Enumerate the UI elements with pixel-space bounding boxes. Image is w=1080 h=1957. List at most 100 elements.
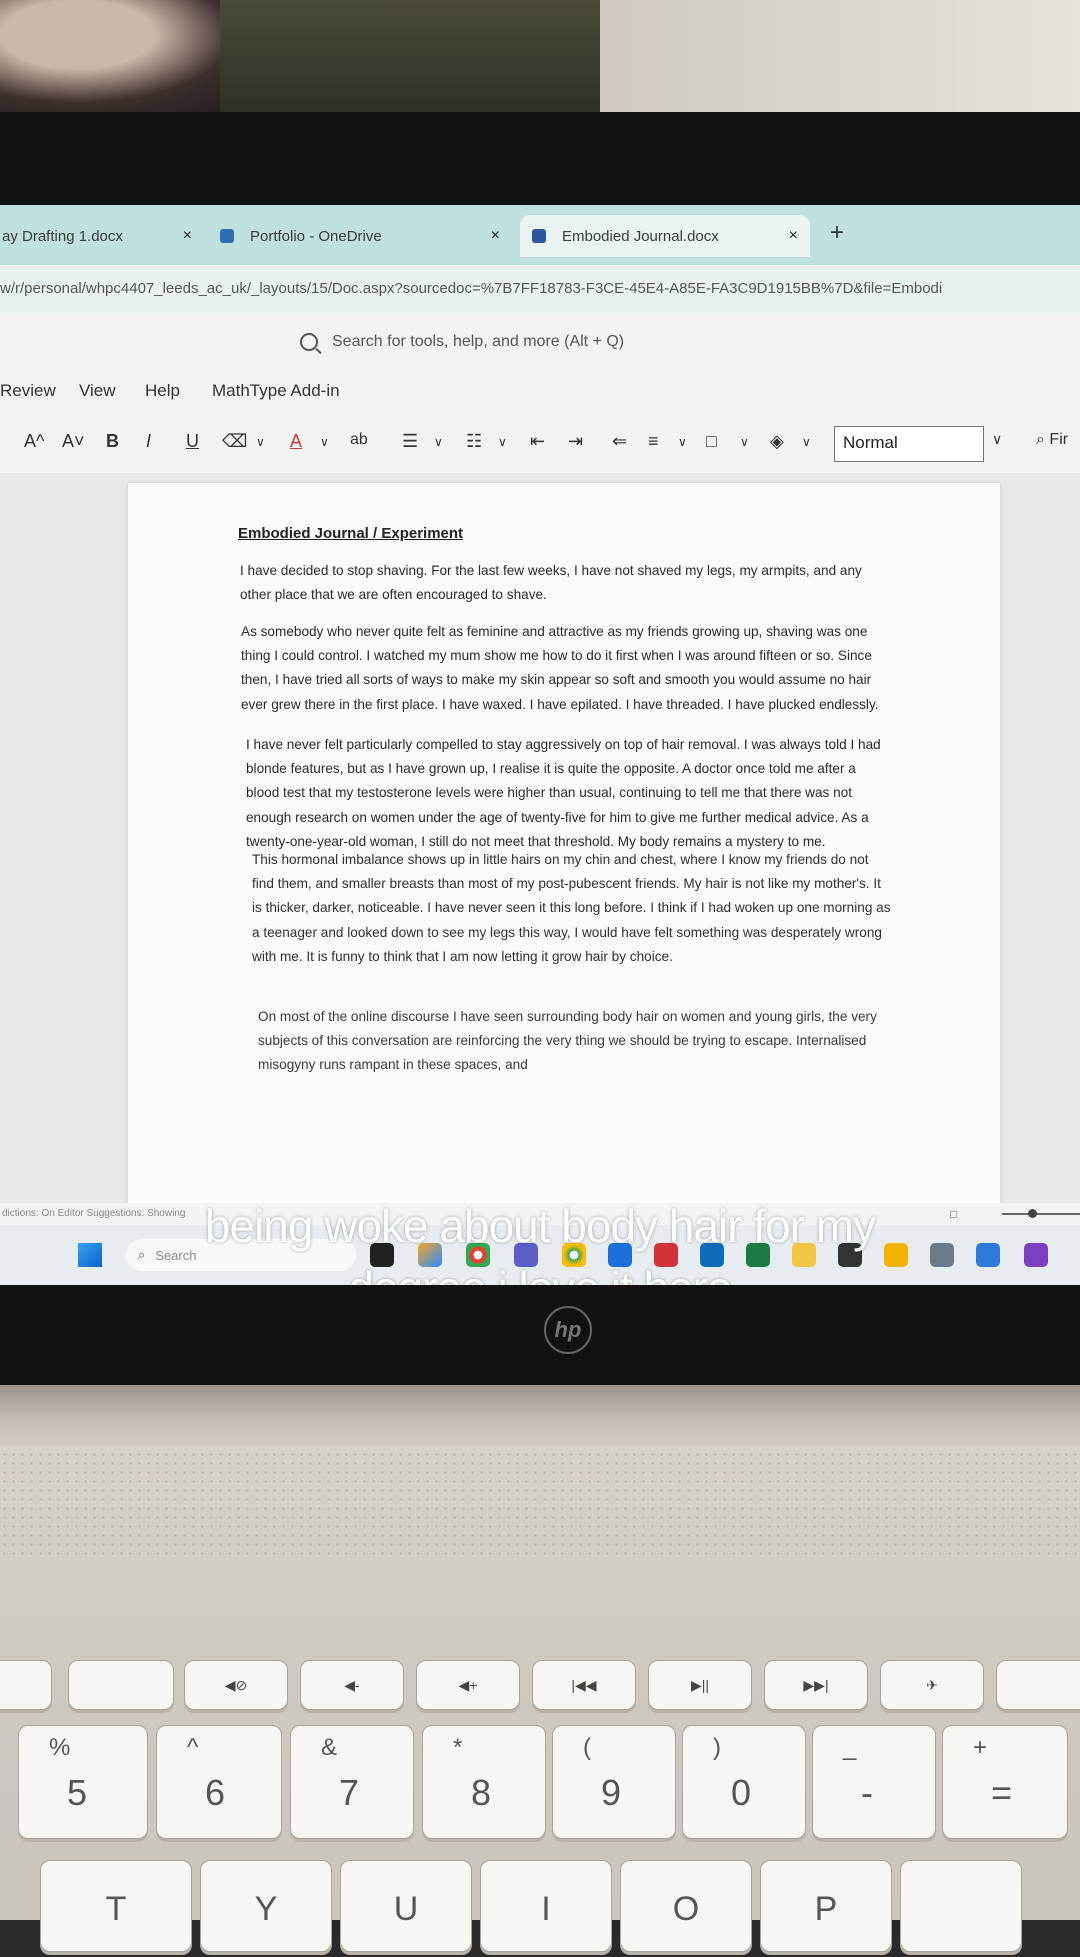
chevron-down-icon[interactable]: ∨ (320, 435, 329, 449)
increase-indent-icon[interactable]: ⇥ (568, 431, 583, 452)
laptop-hinge (0, 1385, 1080, 1445)
close-icon[interactable]: × (183, 227, 192, 245)
paragraph: This hormonal imbalance shows up in litt… (252, 852, 891, 964)
edge-icon[interactable] (976, 1243, 1000, 1267)
key-fn[interactable] (0, 1660, 52, 1710)
onedrive-icon (220, 229, 234, 243)
menu-mathtype[interactable]: MathType Add-in (212, 381, 340, 401)
zoom-track (1002, 1213, 1080, 1215)
chevron-down-icon[interactable]: ∨ (256, 435, 265, 449)
key-symbol: + (973, 1734, 988, 1761)
highlight-icon[interactable]: ⌫ (222, 431, 247, 452)
rtl-icon[interactable]: ⇐ (612, 431, 627, 452)
key-i[interactable]: I (480, 1860, 612, 1952)
onenote-icon[interactable] (1024, 1243, 1048, 1267)
key-fn[interactable] (996, 1660, 1080, 1710)
shrink-font-button[interactable]: A˅ (62, 431, 85, 452)
key-9[interactable]: ( 9 (552, 1725, 676, 1839)
key-o[interactable]: O (620, 1860, 752, 1952)
find-button[interactable]: ⌕ Fir (1036, 431, 1068, 449)
borders-icon[interactable]: □ (706, 431, 717, 452)
chevron-down-icon[interactable]: ∨ (678, 435, 687, 449)
key-6[interactable]: ^ 6 (156, 1725, 282, 1839)
bold-button[interactable]: B (106, 431, 119, 452)
new-tab-button[interactable]: + (830, 219, 844, 247)
bullets-icon[interactable]: ☰ (402, 431, 418, 452)
volume-down-key[interactable]: ◀- (300, 1660, 404, 1710)
key-t[interactable]: T (40, 1860, 192, 1952)
tab-essay-drafting[interactable]: ay Drafting 1.docx × (0, 215, 192, 257)
key-bracket[interactable] (900, 1860, 1022, 1952)
key-8[interactable]: * 8 (422, 1725, 546, 1839)
paragraph: I have never felt particularly compelled… (246, 737, 881, 849)
key-fn[interactable] (68, 1660, 174, 1710)
volume-up-key[interactable]: ◀+ (416, 1660, 520, 1710)
tab-label: Embodied Journal.docx (562, 227, 719, 245)
chevron-down-icon[interactable]: ∨ (498, 435, 507, 449)
search-box[interactable]: Search for tools, help, and more (Alt + … (300, 323, 860, 361)
key-7[interactable]: & 7 (290, 1725, 414, 1839)
menu-review[interactable]: Review (0, 381, 56, 401)
key-0[interactable]: ) 0 (682, 1725, 806, 1839)
key-symbol: ( (583, 1734, 591, 1761)
style-select[interactable]: Normal (834, 426, 984, 462)
key-symbol: % (49, 1734, 71, 1761)
mute-key[interactable]: ◀⊘ (184, 1660, 288, 1710)
paragraph: On most of the online discourse I have s… (258, 1009, 877, 1073)
key-digit: 7 (339, 1772, 360, 1813)
paragraph: As somebody who never quite felt as femi… (241, 624, 879, 712)
chevron-down-icon[interactable]: ∨ (434, 435, 443, 449)
close-icon[interactable]: × (789, 227, 798, 245)
key-digit: 0 (731, 1772, 752, 1813)
windows-start-icon[interactable] (78, 1243, 102, 1267)
word-icon (532, 229, 546, 243)
background-wall (600, 0, 1080, 120)
numbering-icon[interactable]: ☷ (466, 431, 482, 452)
background-room (0, 0, 1080, 120)
next-track-key[interactable]: ▶▶| (764, 1660, 868, 1710)
key-5[interactable]: % 5 (18, 1725, 148, 1839)
background-sofa (220, 0, 600, 115)
underline-button[interactable]: U (186, 431, 199, 452)
paragraph: I have decided to stop shaving. For the … (240, 563, 862, 603)
key-digit: = (991, 1772, 1013, 1813)
tab-embodied-journal[interactable]: Embodied Journal.docx × (520, 215, 810, 257)
key-y[interactable]: Y (200, 1860, 332, 1952)
key-digit: 6 (205, 1772, 226, 1813)
play-pause-key[interactable]: ▶|| (648, 1660, 752, 1710)
zoom-box-icon[interactable]: □ (950, 1203, 957, 1225)
italic-button[interactable]: I (146, 431, 151, 452)
search-icon (300, 333, 318, 351)
chevron-down-icon[interactable]: ∨ (740, 435, 749, 449)
key-u[interactable]: U (340, 1860, 472, 1952)
speaker-grille (0, 1450, 1080, 1560)
tab-portfolio-onedrive[interactable]: Portfolio - OneDrive × (220, 215, 500, 257)
key-digit: 8 (471, 1772, 492, 1813)
key-symbol: ^ (187, 1734, 199, 1761)
clear-formatting-button[interactable]: ab (350, 431, 368, 449)
chevron-down-icon[interactable]: ∨ (992, 431, 1002, 448)
zoom-thumb[interactable] (1028, 1209, 1037, 1218)
document-page[interactable]: Embodied Journal / Experiment I have dec… (128, 483, 1000, 1223)
menu-help[interactable]: Help (145, 381, 180, 401)
shading-icon[interactable]: ◈ (770, 431, 784, 452)
airplane-mode-key[interactable]: ✈ (880, 1660, 984, 1710)
close-icon[interactable]: × (491, 227, 500, 245)
camera-icon[interactable] (930, 1243, 954, 1267)
key-p[interactable]: P (760, 1860, 892, 1952)
video-caption: being woke about body hair for my degree… (204, 1200, 876, 1285)
decrease-indent-icon[interactable]: ⇤ (530, 431, 545, 452)
previous-track-key[interactable]: |◀◀ (532, 1660, 636, 1710)
browser-tab-bar: ay Drafting 1.docx × Portfolio - OneDriv… (0, 205, 1080, 265)
key-digit: 5 (67, 1772, 88, 1813)
search-icon: ⌕ (138, 1247, 146, 1262)
menu-view[interactable]: View (79, 381, 116, 401)
font-color-button[interactable]: A (290, 431, 302, 452)
key-equals[interactable]: + = (942, 1725, 1068, 1839)
zoom-slider[interactable]: □ (942, 1207, 1080, 1221)
grow-font-button[interactable]: A^ (24, 431, 44, 452)
chevron-down-icon[interactable]: ∨ (802, 435, 811, 449)
key-minus[interactable]: _ - (812, 1725, 936, 1839)
align-icon[interactable]: ≡ (648, 431, 659, 452)
address-bar[interactable]: w/r/personal/whpc4407_leeds_ac_uk/_layou… (0, 265, 1080, 313)
